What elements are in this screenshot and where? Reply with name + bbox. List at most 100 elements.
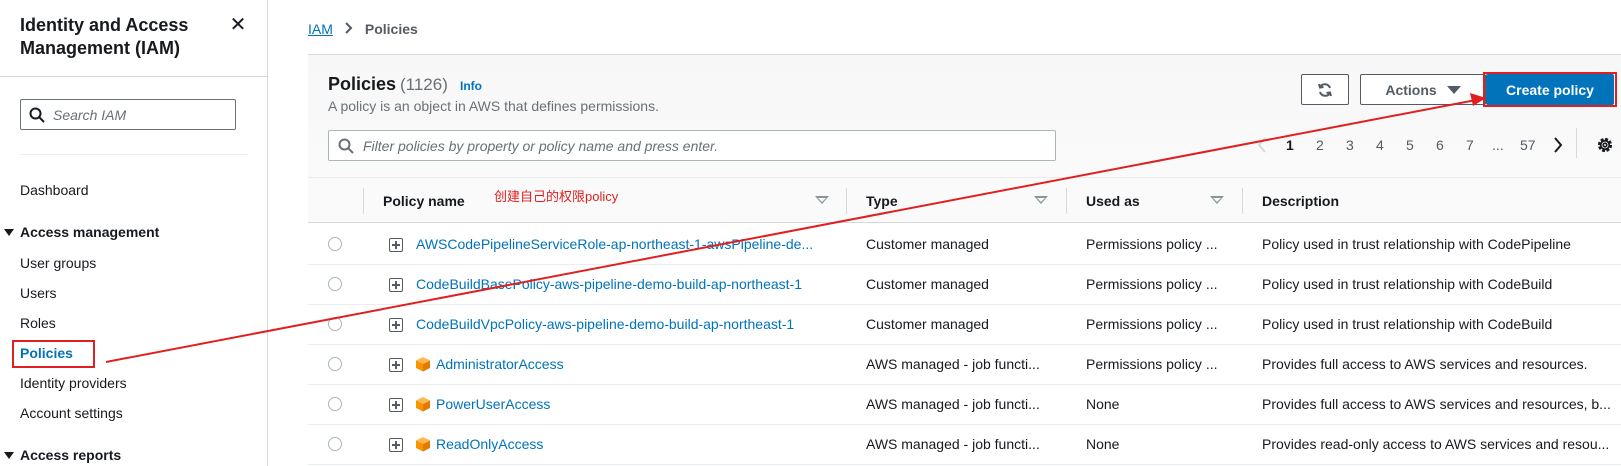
policy-type: Customer managed xyxy=(866,236,989,252)
column-header-description[interactable]: Description xyxy=(1262,193,1339,209)
page-5[interactable]: 5 xyxy=(1406,137,1414,153)
table-row[interactable]: AWSCodePipelineServiceRole-ap-northeast-… xyxy=(308,225,1621,265)
page-57[interactable]: 57 xyxy=(1520,137,1536,153)
search-icon xyxy=(29,107,45,123)
sidebar-item-dashboard[interactable]: Dashboard xyxy=(20,182,89,198)
row-radio[interactable] xyxy=(328,277,342,291)
page-title: Policies xyxy=(328,74,397,94)
aws-managed-icon xyxy=(416,397,430,412)
table-row[interactable]: CodeBuildBasePolicy-aws-pipeline-demo-bu… xyxy=(308,265,1621,305)
page-1[interactable]: 1 xyxy=(1286,137,1294,153)
breadcrumb-current: Policies xyxy=(364,21,418,37)
table-row[interactable]: PowerUserAccess AWS managed - job functi… xyxy=(308,385,1621,425)
caret-down-icon xyxy=(4,229,14,236)
expand-icon[interactable] xyxy=(389,438,403,452)
sidebar-item-account-settings[interactable]: Account settings xyxy=(20,405,123,421)
row-radio[interactable] xyxy=(328,397,342,411)
column-header-used-as[interactable]: Used as xyxy=(1086,193,1140,209)
divider xyxy=(1576,128,1577,158)
expand-icon[interactable] xyxy=(389,238,403,252)
row-radio[interactable] xyxy=(328,237,342,251)
policy-name-link[interactable]: PowerUserAccess xyxy=(436,396,736,412)
sidebar-section-access-management[interactable]: Access management xyxy=(4,224,159,240)
policy-name-link[interactable]: AdministratorAccess xyxy=(436,356,736,372)
caret-down-icon xyxy=(1446,85,1461,94)
page-ellipsis: ... xyxy=(1492,137,1504,153)
chevron-right-icon xyxy=(345,21,353,37)
page-6[interactable]: 6 xyxy=(1436,137,1444,153)
search-input[interactable] xyxy=(53,105,229,125)
info-link[interactable]: Info xyxy=(460,79,482,93)
annotation-text: 创建自己的权限policy xyxy=(494,189,619,204)
sidebar-item-user-groups[interactable]: User groups xyxy=(20,255,96,271)
page-3[interactable]: 3 xyxy=(1346,137,1354,153)
policy-type: AWS managed - job functi... xyxy=(866,356,1040,372)
policy-description: Policy used in trust relationship with C… xyxy=(1262,276,1553,292)
sort-icon[interactable] xyxy=(815,196,829,204)
expand-icon[interactable] xyxy=(389,278,403,292)
divider xyxy=(0,76,268,77)
policy-count: (1126) xyxy=(400,75,448,94)
expand-icon[interactable] xyxy=(389,318,403,332)
sort-icon[interactable] xyxy=(1034,196,1048,204)
breadcrumb-iam-link[interactable]: IAM xyxy=(308,21,333,37)
policy-name-link[interactable]: AWSCodePipelineServiceRole-ap-northeast-… xyxy=(416,236,826,252)
sort-icon[interactable] xyxy=(1210,196,1224,204)
divider xyxy=(20,154,248,155)
chevron-left-icon[interactable] xyxy=(1257,137,1267,153)
aws-managed-icon xyxy=(416,437,430,452)
policy-description: Provides read-only access to AWS service… xyxy=(1262,436,1610,452)
table-row[interactable]: CodeBuildVpcPolicy-aws-pipeline-demo-bui… xyxy=(308,305,1621,345)
policy-used-as: Permissions policy ... xyxy=(1086,356,1218,372)
refresh-button[interactable] xyxy=(1301,74,1349,105)
create-policy-button[interactable]: Create policy xyxy=(1486,74,1614,105)
row-radio[interactable] xyxy=(328,357,342,371)
sidebar: Identity and Access Management (IAM) ✕ D… xyxy=(0,0,268,466)
sidebar-item-identity-providers[interactable]: Identity providers xyxy=(20,375,127,391)
page-description: A policy is an object in AWS that define… xyxy=(328,98,659,114)
actions-button[interactable]: Actions xyxy=(1360,74,1486,105)
policy-type: AWS managed - job functi... xyxy=(866,436,1040,452)
divider xyxy=(846,188,847,214)
sidebar-search[interactable] xyxy=(20,99,236,130)
policy-used-as: Permissions policy ... xyxy=(1086,236,1218,252)
row-radio[interactable] xyxy=(328,317,342,331)
sidebar-item-users[interactable]: Users xyxy=(20,285,57,301)
column-header-type[interactable]: Type xyxy=(866,193,898,209)
breadcrumb: IAM Policies xyxy=(308,21,418,37)
table-row[interactable]: AdministratorAccess AWS managed - job fu… xyxy=(308,345,1621,385)
sidebar-item-roles[interactable]: Roles xyxy=(20,315,56,331)
row-radio[interactable] xyxy=(328,437,342,451)
chevron-right-icon[interactable] xyxy=(1553,137,1563,153)
policy-used-as: None xyxy=(1086,436,1120,452)
sidebar-title: Identity and Access Management (IAM) xyxy=(20,15,189,58)
expand-icon[interactable] xyxy=(389,398,403,412)
search-icon xyxy=(338,138,354,154)
policy-type: Customer managed xyxy=(866,316,989,332)
policy-name-link[interactable]: CodeBuildVpcPolicy-aws-pipeline-demo-bui… xyxy=(416,316,836,332)
column-header-policy-name[interactable]: Policy name xyxy=(383,193,465,209)
close-icon[interactable]: ✕ xyxy=(228,12,248,36)
page-7[interactable]: 7 xyxy=(1466,137,1474,153)
expand-icon[interactable] xyxy=(389,358,403,372)
policy-name-link[interactable]: CodeBuildBasePolicy-aws-pipeline-demo-bu… xyxy=(416,276,836,292)
divider xyxy=(363,188,364,214)
policy-description: Provides full access to AWS services and… xyxy=(1262,396,1611,412)
page-2[interactable]: 2 xyxy=(1316,137,1324,153)
table-row[interactable]: ReadOnlyAccess AWS managed - job functi.… xyxy=(308,425,1621,465)
divider xyxy=(1066,188,1067,214)
gear-icon[interactable] xyxy=(1596,136,1614,154)
policy-description: Policy used in trust relationship with C… xyxy=(1262,316,1553,332)
policy-name-link[interactable]: ReadOnlyAccess xyxy=(436,436,736,452)
policy-used-as: Permissions policy ... xyxy=(1086,276,1218,292)
filter-input[interactable] xyxy=(363,136,1043,156)
policy-used-as: None xyxy=(1086,396,1120,412)
policy-description: Policy used in trust relationship with C… xyxy=(1262,236,1571,252)
sidebar-section-access-reports[interactable]: Access reports xyxy=(4,447,121,463)
policy-type: AWS managed - job functi... xyxy=(866,396,1040,412)
filter-box[interactable] xyxy=(328,130,1056,161)
caret-down-icon xyxy=(4,452,14,459)
page-4[interactable]: 4 xyxy=(1376,137,1384,153)
refresh-icon xyxy=(1318,83,1332,97)
aws-managed-icon xyxy=(416,357,430,372)
